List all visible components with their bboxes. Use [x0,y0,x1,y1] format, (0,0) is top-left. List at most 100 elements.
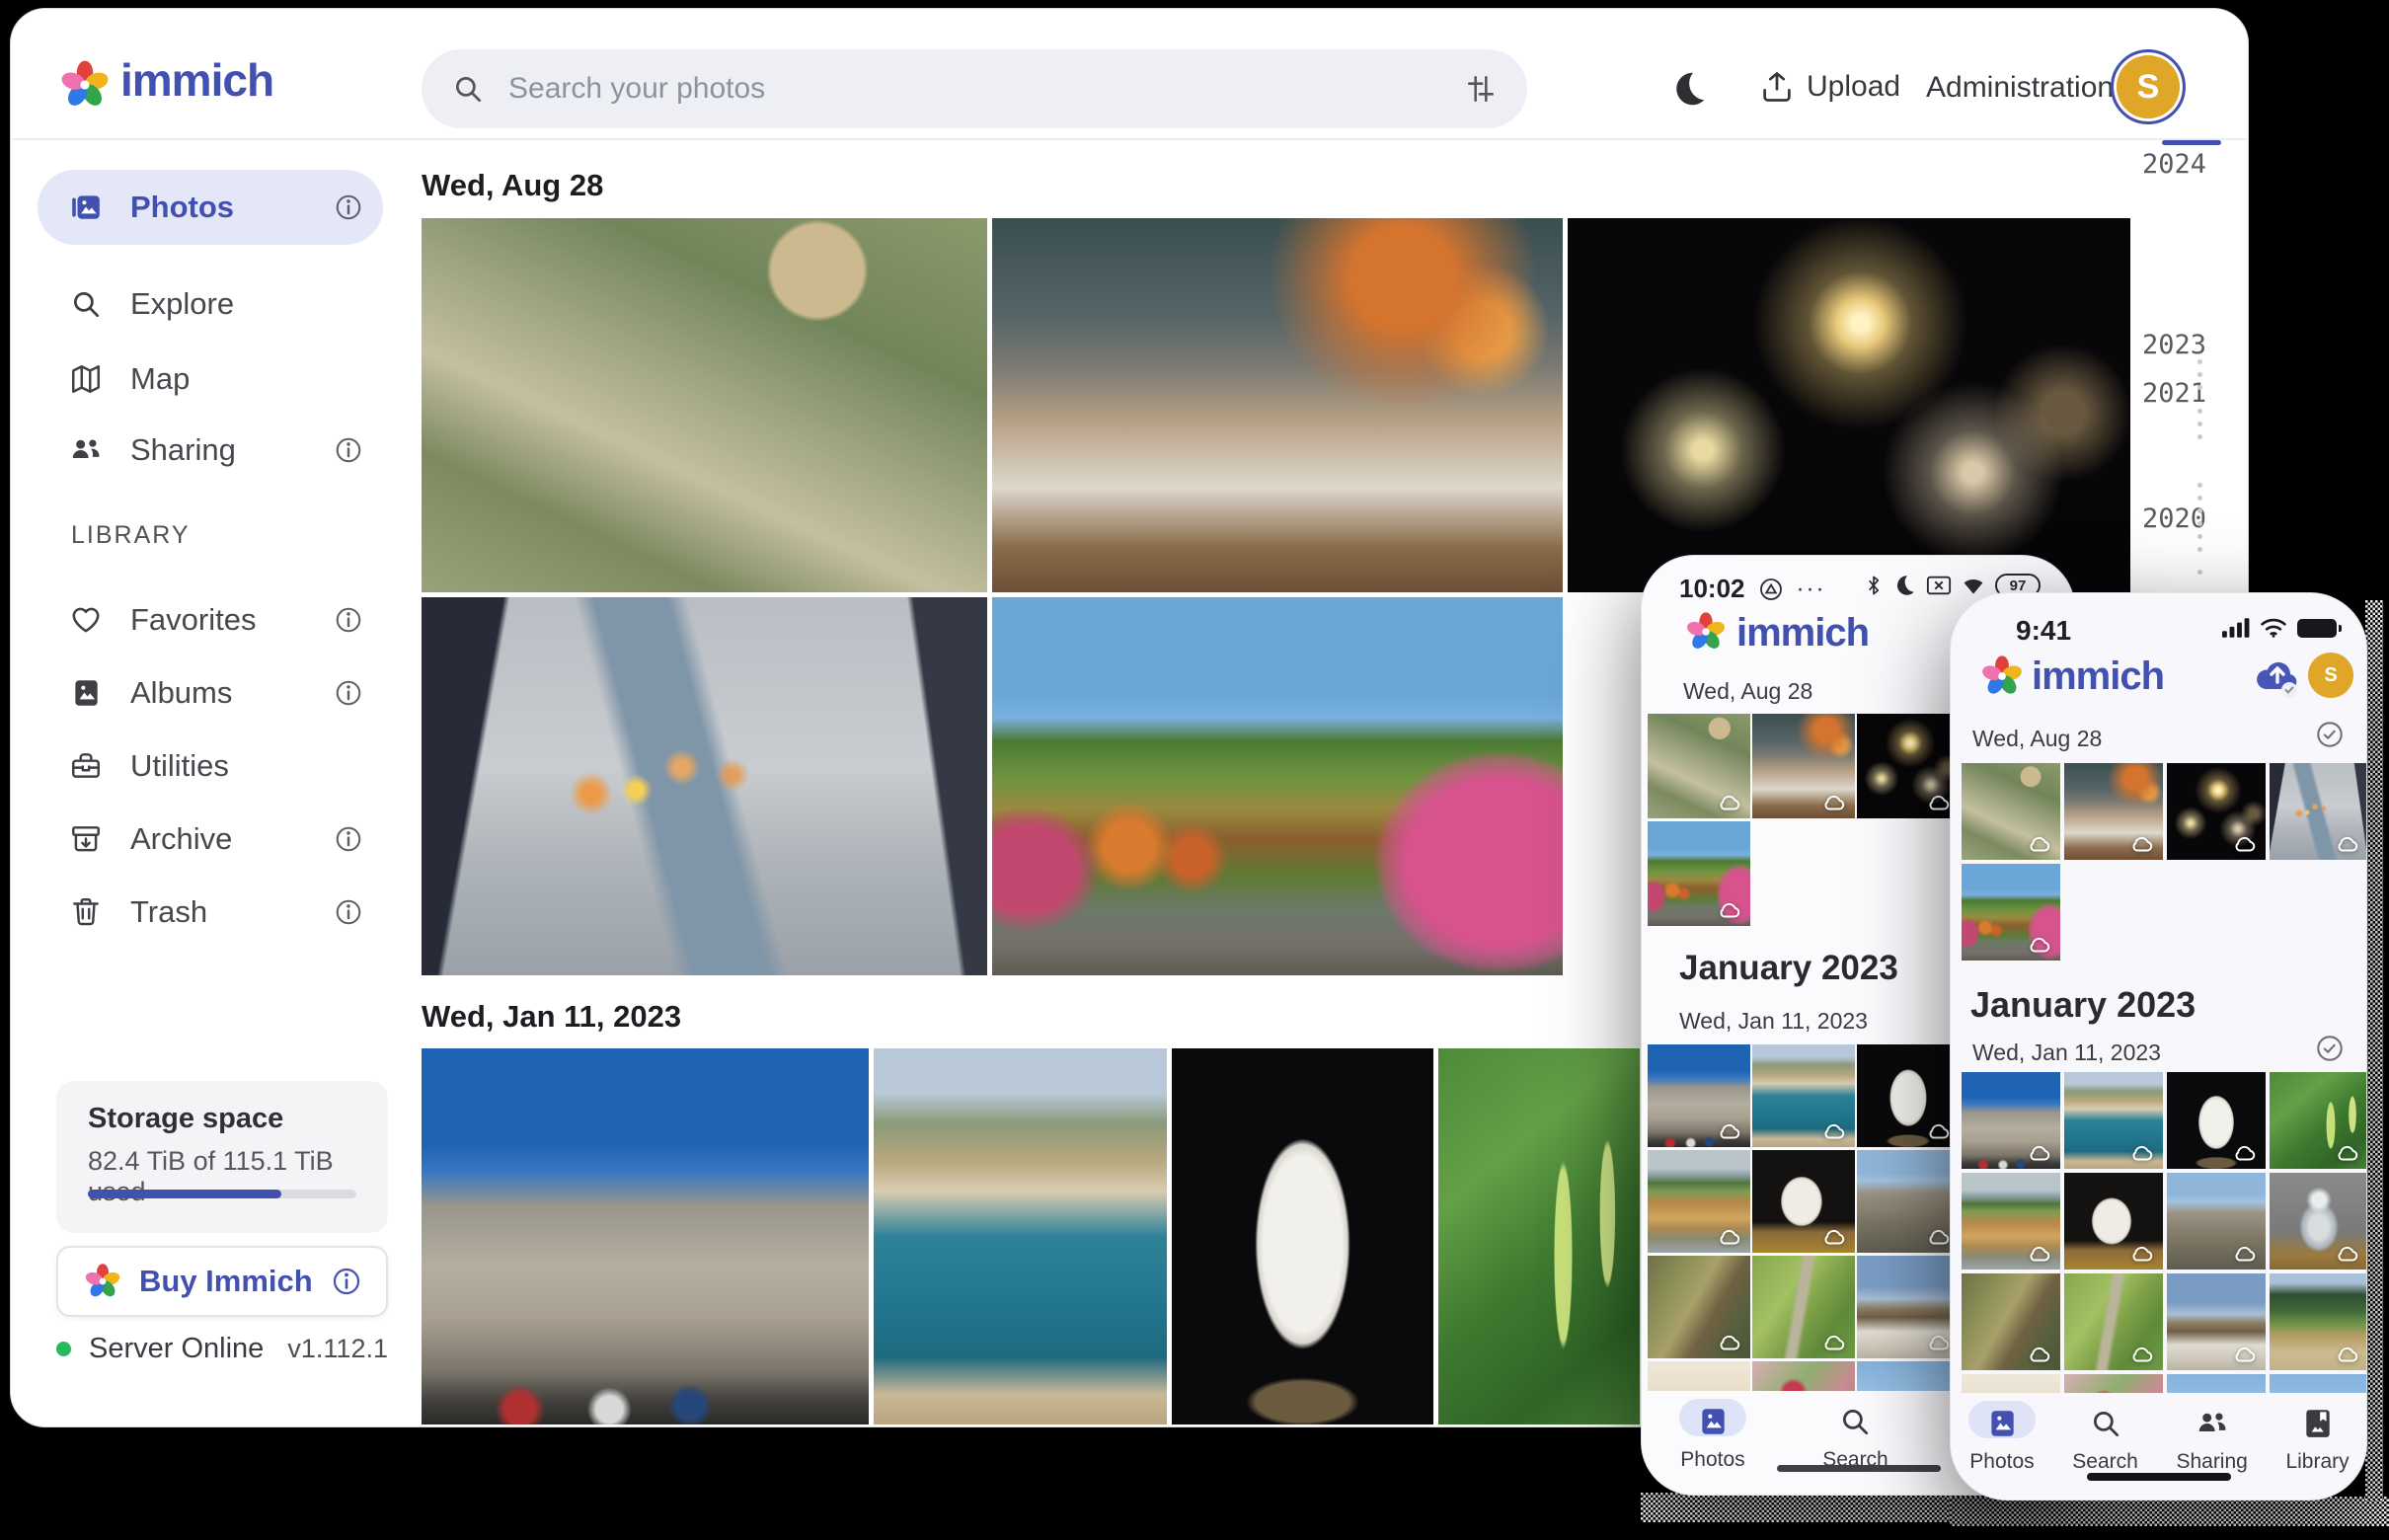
explore-icon [69,287,103,321]
sidebar-item-photos[interactable]: Photos [38,170,383,245]
photo-farm[interactable] [2270,1273,2367,1370]
user-avatar[interactable]: S [2308,653,2353,698]
photo-lizard1[interactable] [1962,1273,2060,1370]
photo-autumn[interactable] [1648,821,1750,926]
timeline-tick-dot [2197,385,2202,390]
nav-tab-library[interactable]: Library [2285,1393,2349,1474]
buy-immich-button[interactable]: Buy Immich [56,1246,388,1317]
sidebar-item-utilities[interactable]: Utilities [38,729,383,804]
select-all-check-icon[interactable] [2315,720,2345,749]
photo-fireworks[interactable] [2167,763,2266,860]
cloud-sync-icon [1821,793,1847,812]
photo-hands[interactable] [2270,763,2367,860]
photo-autumn[interactable] [1962,864,2060,961]
timeline-year-2020[interactable]: 2020 [2142,503,2206,534]
photo-fireworks[interactable] [1857,714,1960,818]
info-icon[interactable] [334,435,363,465]
photo-hands[interactable] [422,597,987,975]
photo-fireworks[interactable] [1568,218,2130,592]
nav-tab-sharing[interactable]: Sharing [2176,1393,2247,1474]
photo-monkeys[interactable] [1962,763,2060,860]
sidebar-item-explore[interactable]: Explore [38,267,383,342]
sidebar-item-sharing[interactable]: Sharing [38,413,383,488]
cloud-sync-icon [2027,1345,2052,1364]
photo-bust[interactable] [1172,1048,1433,1424]
app-wordmark: immich [1736,611,1869,655]
search-icon [1838,1405,1872,1438]
photo-coast[interactable] [874,1048,1167,1424]
upload-button[interactable]: Upload [1759,69,1900,105]
info-icon[interactable] [334,824,363,854]
photo-cliff[interactable] [1962,1173,2060,1270]
photo-ornament[interactable] [2270,1173,2367,1270]
sidebar-item-archive[interactable]: Archive [38,802,383,877]
book-icon [2301,1407,2335,1440]
nav-tab-label: Library [2285,1450,2349,1474]
user-avatar[interactable]: S [2111,49,2186,124]
sidebar-item-albums[interactable]: Albums [38,655,383,731]
photo-ruins[interactable] [2167,1173,2266,1270]
photo-winter[interactable] [1857,1256,1960,1358]
avatar-letter: S [2137,68,2160,107]
overflow-dots-icon: ··· [1797,576,1826,603]
cloud-sync-icon [1717,1333,1742,1352]
photo-coast[interactable] [2064,1072,2163,1169]
cloud-sync-icon [2232,1345,2258,1364]
photo-carving[interactable] [1752,1150,1855,1253]
search-bar[interactable] [422,49,1527,128]
photo-autumn[interactable] [992,597,1563,975]
sidebar-item-map[interactable]: Map [38,342,383,417]
album-icon [1985,1407,2019,1440]
nav-tab-search[interactable]: Search [1822,1391,1888,1472]
nav-tab-search[interactable]: Search [2072,1393,2138,1474]
theme-toggle-moon-icon[interactable] [1668,69,1708,109]
photo-berries[interactable] [2270,1072,2367,1169]
photo-dinner[interactable] [2064,763,2163,860]
sidebar-item-trash[interactable]: Trash [38,875,383,950]
photo-monkeys[interactable] [1648,714,1750,818]
info-icon[interactable] [334,678,363,708]
photo-berries[interactable] [1438,1048,1640,1424]
timeline-year-2023[interactable]: 2023 [2142,330,2206,360]
photo-bust[interactable] [2167,1072,2266,1169]
nav-tab-photos[interactable]: Photos [1969,1393,2034,1474]
photo-winter[interactable] [2167,1273,2266,1370]
photo-cliff[interactable] [1648,1150,1750,1253]
cloud-sync-icon [2232,1143,2258,1163]
date-group-header: Wed, Jan 11, 2023 [1972,1040,2161,1066]
info-icon[interactable] [334,897,363,927]
cloud-backup-icon[interactable] [2253,656,2304,702]
sidebar-item-favorites[interactable]: Favorites [38,582,383,657]
info-icon[interactable] [331,1266,362,1297]
info-icon[interactable] [334,192,363,222]
filter-sliders-icon[interactable] [1464,72,1498,106]
timeline-year-2024[interactable]: 2024 [2142,149,2206,180]
photo-lizard1[interactable] [1648,1256,1750,1358]
cloud-sync-icon [1821,1121,1847,1141]
photo-coast[interactable] [1752,1044,1855,1147]
select-all-check-icon[interactable] [2315,1034,2345,1063]
cloud-sync-icon [2027,834,2052,854]
info-icon[interactable] [334,605,363,635]
photo-monkeys[interactable] [422,218,987,592]
photo-ruins[interactable] [1857,1150,1960,1253]
photo-carving[interactable] [2064,1173,2163,1270]
photo-lizard2[interactable] [2064,1273,2163,1370]
timeline-tick-dot [2197,409,2202,414]
sidebar-item-label: Utilities [130,748,229,784]
timeline-position-bar [2162,140,2221,145]
nav-tab-photos[interactable]: Photos [1680,1391,1744,1472]
photo-lizard2[interactable] [1752,1256,1855,1358]
administration-link[interactable]: Administration [1926,71,2114,105]
timeline-year-2021[interactable]: 2021 [2142,378,2206,409]
dither-noise [1950,1497,2389,1526]
cloud-sync-icon [1717,900,1742,920]
photo-bust[interactable] [1857,1044,1960,1147]
photo-fortress[interactable] [1962,1072,2060,1169]
moon-icon [1892,574,1916,597]
photo-dinner[interactable] [992,218,1563,592]
search-input[interactable] [506,71,1464,107]
photo-fortress[interactable] [422,1048,869,1424]
photo-fortress[interactable] [1648,1044,1750,1147]
photo-dinner[interactable] [1752,714,1855,818]
